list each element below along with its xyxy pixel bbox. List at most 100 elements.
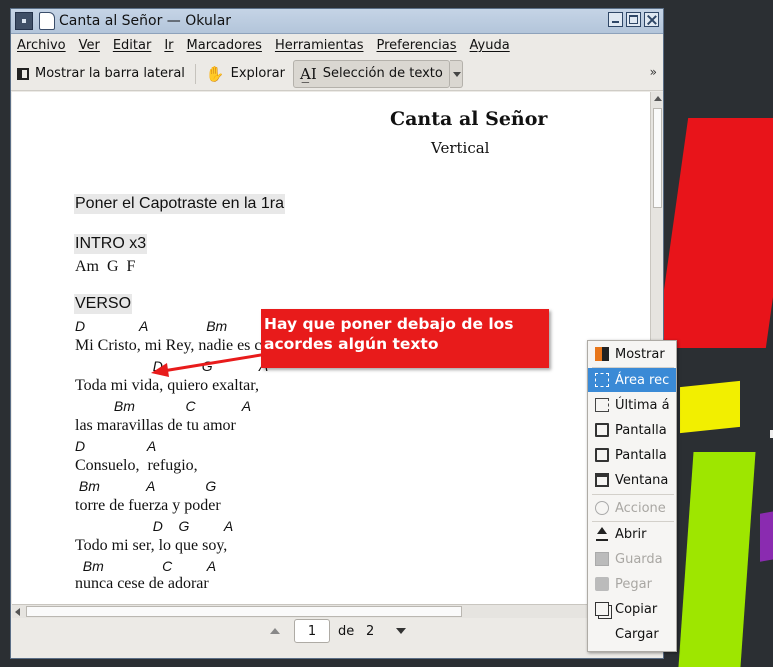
window-icon xyxy=(595,473,609,487)
page-of-label: de xyxy=(338,624,355,639)
desktop-purple-shape xyxy=(760,510,773,562)
ctx-item-pantalla-completa[interactable]: Pantalla xyxy=(588,418,676,442)
ctx-item-label: Pegar xyxy=(615,576,652,592)
annotation-callout: Hay que poner debajo de los acordes algú… xyxy=(261,309,549,368)
ctx-item-label: Ventana xyxy=(615,472,669,488)
chord-line: Bm C A xyxy=(75,558,217,574)
window-menu-icon[interactable] xyxy=(15,12,33,30)
menu-bar: Archivo Ver Editar Ir Marcadores Herrami… xyxy=(11,34,663,56)
text-selection-button[interactable]: A̲I Selección de texto xyxy=(293,59,450,88)
rect-select-icon xyxy=(595,373,609,387)
chord-line: Bm C A xyxy=(75,398,252,414)
desktop-red-shape xyxy=(655,118,773,348)
title-bar[interactable]: Canta al Señor — Okular xyxy=(11,9,663,34)
verse-heading: VERSO xyxy=(74,294,133,314)
ctx-item-label: Pantalla xyxy=(615,422,667,438)
text-select-icon: A̲I xyxy=(300,64,317,83)
window-title: Canta al Señor — Okular xyxy=(59,13,232,29)
ctx-item-cargar[interactable]: Cargar xyxy=(588,622,676,646)
fullscreen-icon xyxy=(595,423,609,437)
desktop-yellow-shape xyxy=(680,380,740,434)
chord-line: D A xyxy=(75,438,157,454)
hand-icon: ✋ xyxy=(205,64,225,83)
horizontal-scroll-thumb[interactable] xyxy=(26,606,462,617)
main-toolbar: Mostrar la barra lateral ✋ Explorar A̲I … xyxy=(11,57,663,91)
save-icon xyxy=(595,552,609,566)
screen-icon xyxy=(595,448,609,462)
ctx-item-area-rectangular[interactable]: Área rec xyxy=(588,368,676,392)
menu-archivo[interactable]: Archivo xyxy=(17,38,66,53)
annotation-line-2: acordes algún texto xyxy=(264,335,439,353)
ctx-item-pegar: Pegar xyxy=(588,572,676,596)
browse-tool-button[interactable]: ✋ Explorar xyxy=(206,60,285,88)
intro-heading: INTRO x3 xyxy=(74,234,148,254)
menu-editar[interactable]: Editar xyxy=(113,38,152,53)
next-page-icon[interactable] xyxy=(396,628,406,634)
menu-herramientas[interactable]: Herramientas xyxy=(275,38,364,53)
toolbar-overflow-button[interactable]: » xyxy=(650,65,657,79)
ctx-item-mostrar[interactable]: Mostrar xyxy=(588,342,676,366)
capo-note: Poner el Capotraste en la 1ra xyxy=(74,194,286,214)
annotation-line-1: Hay que poner debajo de los xyxy=(264,315,514,333)
desktop-green-shape xyxy=(678,452,756,667)
ctx-item-pantalla[interactable]: Pantalla xyxy=(588,443,676,467)
ctx-item-acciones: Accione xyxy=(588,496,676,520)
horizontal-scrollbar[interactable] xyxy=(12,604,650,618)
toolbar-separator xyxy=(194,63,196,84)
ctx-item-label: Accione xyxy=(615,500,666,516)
ctx-item-ultima-area[interactable]: Última á xyxy=(588,393,676,417)
ctx-item-copiar[interactable]: Copiar xyxy=(588,597,676,621)
page-number-input[interactable]: 1 xyxy=(294,619,330,643)
ctx-item-label: Pantalla xyxy=(615,447,667,463)
document-title: Canta al Señor xyxy=(390,108,548,130)
text-selection-label: Selección de texto xyxy=(322,66,443,81)
show-sidebar-button[interactable]: Mostrar la barra lateral xyxy=(17,60,185,88)
menu-marcadores[interactable]: Marcadores xyxy=(187,38,262,53)
close-button[interactable] xyxy=(644,12,659,27)
ctx-item-label: Cargar xyxy=(615,626,659,642)
annotation-arrow xyxy=(151,352,268,377)
open-icon xyxy=(595,527,609,541)
maximize-button[interactable] xyxy=(626,12,641,27)
paste-icon xyxy=(595,577,609,591)
minimize-button[interactable] xyxy=(608,12,623,27)
previous-page-icon[interactable] xyxy=(270,628,280,634)
ctx-item-ventana[interactable]: Ventana xyxy=(588,468,676,492)
chord-line: D G A xyxy=(75,518,234,534)
lyric-line: Consuelo, refugio, xyxy=(75,457,198,474)
ctx-item-label: Abrir xyxy=(615,526,647,542)
okular-app-icon xyxy=(39,12,55,30)
chord-line: Bm A G xyxy=(75,478,217,494)
ctx-item-abrir[interactable]: Abrir xyxy=(588,522,676,546)
ctx-separator xyxy=(592,494,674,495)
last-area-icon xyxy=(595,398,609,412)
ctx-item-guardar: Guarda xyxy=(588,547,676,571)
actions-icon xyxy=(595,501,609,515)
lyric-line: torre de fuerza y poder xyxy=(75,497,221,514)
app-icon xyxy=(595,347,609,361)
lyric-line: las maravillas de tu amor xyxy=(75,417,236,434)
show-sidebar-label: Mostrar la barra lateral xyxy=(35,66,185,81)
selection-tools-dropdown[interactable] xyxy=(449,59,463,88)
vertical-scroll-thumb[interactable] xyxy=(653,108,662,208)
menu-ayuda[interactable]: Ayuda xyxy=(470,38,510,53)
okular-window: Canta al Señor — Okular Archivo Ver Edit… xyxy=(10,8,664,659)
scroll-up-arrow-icon[interactable] xyxy=(654,96,662,101)
menu-preferencias[interactable]: Preferencias xyxy=(377,38,457,53)
lyric-line: Todo mi ser, lo que soy, xyxy=(75,537,228,554)
intro-chords: Am G F xyxy=(75,258,136,275)
page-total: 2 xyxy=(366,624,375,639)
document-viewport[interactable]: Canta al Señor Vertical Poner el Capotra… xyxy=(12,92,650,604)
document-subtitle: Vertical xyxy=(431,139,490,157)
scroll-left-arrow-icon[interactable] xyxy=(15,608,20,616)
browse-label: Explorar xyxy=(230,66,285,81)
ctx-item-label: Mostrar xyxy=(615,346,665,362)
sidebar-icon xyxy=(17,67,29,80)
ctx-item-label: Guarda xyxy=(615,551,663,567)
menu-ir[interactable]: Ir xyxy=(164,38,173,53)
copy-icon xyxy=(595,602,609,616)
menu-ver[interactable]: Ver xyxy=(79,38,100,53)
ctx-item-label: Última á xyxy=(615,397,670,413)
context-menu: Mostrar Área rec Última á Pantalla Panta… xyxy=(587,340,677,652)
lyric-line: nunca cese de adorar xyxy=(75,575,209,592)
